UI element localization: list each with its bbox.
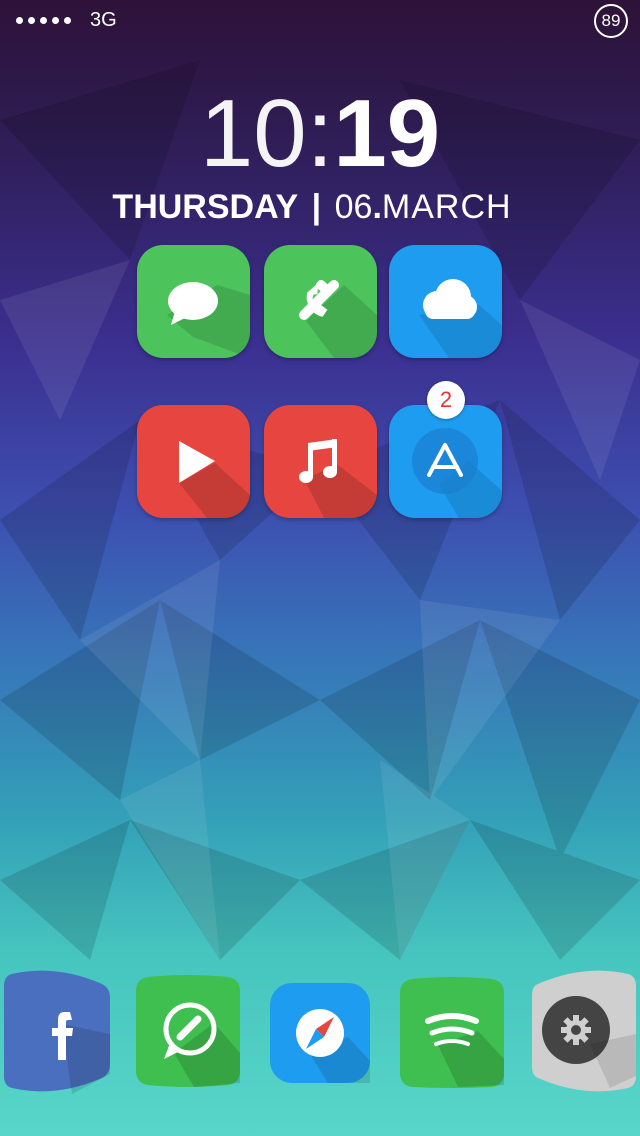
phone-icon — [299, 279, 377, 358]
clock-minute: 19 — [333, 80, 441, 187]
status-bar: 3G 89 — [0, 0, 640, 44]
settings-app[interactable] — [530, 964, 638, 1098]
clock-hour: 10 — [199, 80, 307, 187]
app-store-app[interactable] — [389, 405, 502, 518]
date-month: MARCH — [381, 188, 512, 226]
lock-clock: 10:19 — [0, 86, 640, 182]
spotify-app[interactable] — [398, 975, 506, 1089]
settings-icon — [532, 970, 636, 1092]
battery-indicator: 89 — [594, 4, 628, 38]
notification-badge: 2 — [427, 381, 465, 419]
weather-icon — [419, 279, 502, 358]
date-display: THURSDAY | 06.MARCH — [0, 190, 624, 224]
app-store-icon — [412, 428, 502, 518]
date-weekday: THURSDAY — [112, 188, 299, 226]
music-icon — [299, 439, 377, 518]
whatsapp-app[interactable] — [134, 973, 242, 1089]
youtube-icon — [179, 441, 250, 518]
safari-app[interactable] — [268, 981, 372, 1085]
weather-app[interactable] — [389, 245, 502, 358]
phone-app[interactable] — [264, 245, 377, 358]
date-separator: | — [311, 188, 322, 226]
spotify-icon — [400, 977, 504, 1088]
safari-icon — [270, 983, 370, 1083]
messages-icon — [167, 282, 250, 358]
clock-separator: : — [306, 80, 334, 187]
signal-strength-icon — [16, 17, 71, 24]
youtube-app[interactable] — [137, 405, 250, 518]
music-app[interactable] — [264, 405, 377, 518]
facebook-app[interactable] — [2, 964, 110, 1098]
whatsapp-icon — [136, 975, 240, 1087]
date-dot: . — [372, 188, 382, 226]
date-day: 06 — [334, 188, 373, 226]
messages-app[interactable] — [137, 245, 250, 358]
network-type: 3G — [90, 9, 117, 31]
facebook-icon — [4, 970, 110, 1094]
